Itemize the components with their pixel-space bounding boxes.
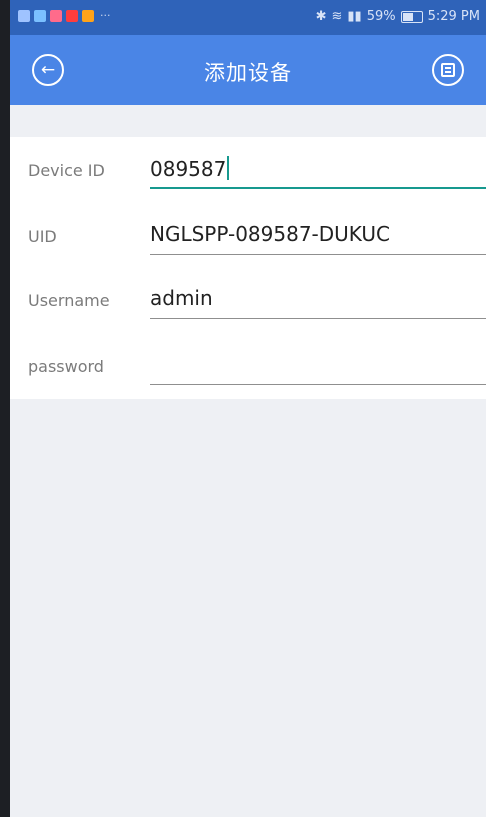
more-icon: ···: [100, 9, 111, 22]
username-label: Username: [28, 291, 110, 310]
password-underline: [150, 384, 486, 385]
password-label: password: [28, 357, 104, 376]
uid-field[interactable]: NGLSPP-089587-DUKUC: [150, 222, 390, 246]
battery-percent: 59%: [366, 9, 396, 24]
screen-edge: [0, 0, 10, 817]
app-icon: [82, 9, 94, 22]
username-row: Username admin: [10, 267, 486, 325]
signal-icon: ▮▮: [347, 9, 362, 24]
password-row: password: [10, 333, 486, 391]
save-icon: [441, 63, 455, 77]
device-id-underline: [150, 187, 486, 189]
device-form: Device ID 089587 UID NGLSPP-089587-DUKUC…: [10, 137, 486, 399]
uid-underline: [150, 254, 486, 255]
device-id-field[interactable]: 089587: [150, 156, 230, 181]
app-bar: ← 添加设备: [10, 35, 486, 105]
save-button[interactable]: [432, 54, 464, 86]
device-id-label: Device ID: [28, 161, 105, 180]
device-id-row: Device ID 089587: [10, 137, 486, 195]
notification-icons: ···: [18, 9, 111, 22]
bluetooth-icon: ✱: [315, 9, 327, 24]
uid-label: UID: [28, 227, 57, 246]
clock: 5:29 PM: [427, 9, 480, 24]
wifi-icon: ≋: [331, 9, 343, 24]
device-id-value: 089587: [150, 157, 227, 181]
app-icon: [50, 9, 62, 22]
battery-icon: [400, 10, 423, 23]
app-icon: [66, 9, 78, 22]
device-screen: ··· ✱ ≋ ▮▮ 59% 5:29 PM ← 添加设备 Device ID …: [10, 0, 486, 817]
uid-row: UID NGLSPP-089587-DUKUC: [10, 203, 486, 261]
cloud-icon: [34, 9, 46, 22]
system-status: ✱ ≋ ▮▮ 59% 5:29 PM: [316, 9, 480, 24]
page-title: 添加设备: [204, 61, 292, 85]
username-underline: [150, 318, 486, 319]
username-field[interactable]: admin: [150, 286, 213, 310]
status-bar: ··· ✱ ≋ ▮▮ 59% 5:29 PM: [10, 0, 486, 35]
text-cursor: [227, 156, 230, 180]
mail-icon: [18, 9, 30, 22]
